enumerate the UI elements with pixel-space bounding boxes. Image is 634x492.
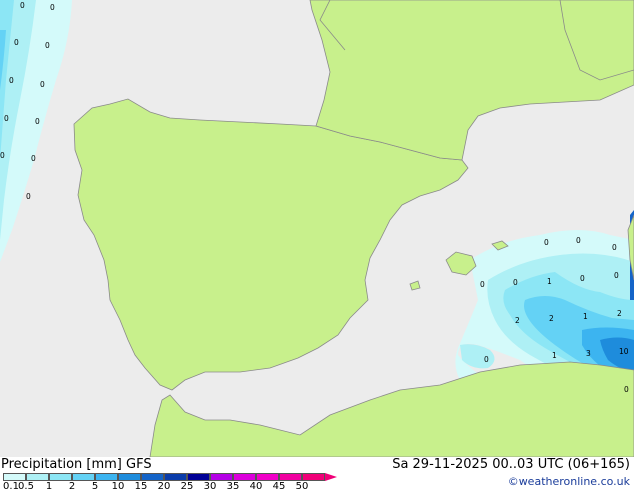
weather-map-frame: 0 0 0 0 0 0 0 0 0 0 0 0 0 0 0 1 0 0 2 2 … xyxy=(0,0,634,492)
scale-swatch xyxy=(118,473,141,481)
credit-link[interactable]: ©weatheronline.co.uk xyxy=(508,474,630,490)
svg-text:0: 0 xyxy=(35,117,40,126)
svg-text:0: 0 xyxy=(4,114,9,123)
svg-text:10: 10 xyxy=(619,347,629,356)
precipitation-map: 0 0 0 0 0 0 0 0 0 0 0 0 0 0 0 1 0 0 2 2 … xyxy=(0,0,634,457)
scale-swatch xyxy=(210,473,233,481)
svg-text:0: 0 xyxy=(513,278,518,287)
scale-swatch xyxy=(279,473,302,481)
scale-swatch xyxy=(187,473,210,481)
forecast-time: Sa 29-11-2025 00..03 UTC (06+165) xyxy=(392,457,630,472)
svg-text:0: 0 xyxy=(50,3,55,12)
svg-text:2: 2 xyxy=(549,314,554,323)
scale-arrow-tip xyxy=(325,473,337,481)
svg-text:0: 0 xyxy=(0,151,5,160)
svg-text:0: 0 xyxy=(40,80,45,89)
svg-text:0: 0 xyxy=(544,238,549,247)
svg-text:1: 1 xyxy=(583,312,588,321)
svg-text:2: 2 xyxy=(617,309,622,318)
scale-swatch xyxy=(302,473,325,481)
svg-text:0: 0 xyxy=(624,385,629,394)
scale-swatch xyxy=(49,473,72,481)
svg-text:0: 0 xyxy=(31,154,36,163)
scale-swatch xyxy=(26,473,49,481)
svg-text:1: 1 xyxy=(547,277,552,286)
svg-text:0: 0 xyxy=(576,236,581,245)
svg-text:2: 2 xyxy=(515,316,520,325)
legend-title: Precipitation [mm] GFS xyxy=(1,457,152,472)
scale-swatch xyxy=(164,473,187,481)
svg-text:0: 0 xyxy=(484,355,489,364)
svg-text:0: 0 xyxy=(614,271,619,280)
svg-text:0: 0 xyxy=(612,243,617,252)
svg-text:1: 1 xyxy=(552,351,557,360)
scale-swatch xyxy=(256,473,279,481)
svg-text:0: 0 xyxy=(45,41,50,50)
scale-swatch xyxy=(95,473,118,481)
svg-text:0: 0 xyxy=(580,274,585,283)
scale-swatch xyxy=(233,473,256,481)
scale-swatch xyxy=(3,473,26,481)
scale-swatch xyxy=(72,473,95,481)
svg-text:0: 0 xyxy=(9,76,14,85)
svg-text:0: 0 xyxy=(20,1,25,10)
svg-text:3: 3 xyxy=(586,349,591,358)
svg-text:0: 0 xyxy=(26,192,31,201)
scale-swatch xyxy=(141,473,164,481)
svg-text:0: 0 xyxy=(480,280,485,289)
svg-text:0: 0 xyxy=(14,38,19,47)
